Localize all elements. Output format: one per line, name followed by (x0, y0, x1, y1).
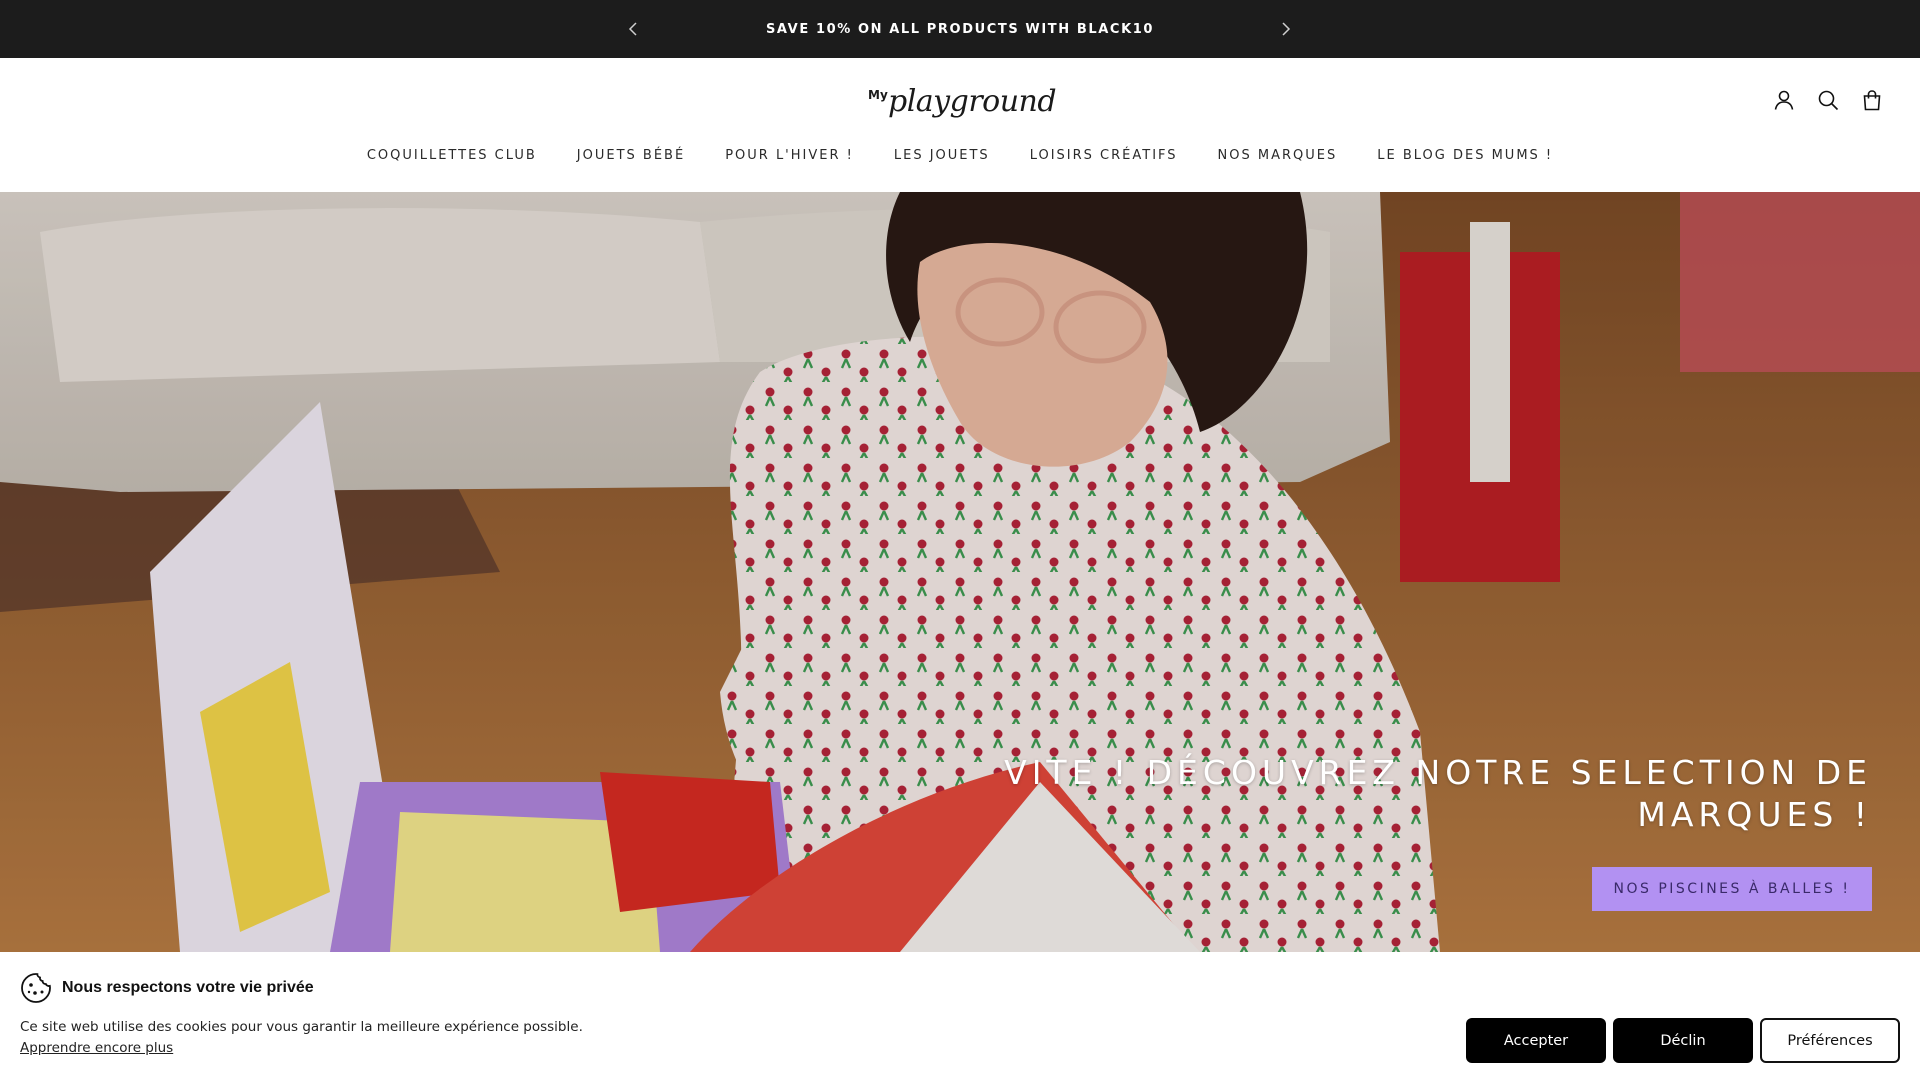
header-actions (1772, 88, 1884, 112)
nav-item-jouets-bebe[interactable]: JOUETS BÉBÉ (557, 148, 705, 163)
chevron-left-icon[interactable] (621, 17, 645, 41)
announcement-message: SAVE 10% ON ALL PRODUCTS WITH BLACK10 (765, 21, 1155, 37)
chevron-right-icon[interactable] (1274, 17, 1298, 41)
announcement-bar: SAVE 10% ON ALL PRODUCTS WITH BLACK10 (0, 0, 1920, 58)
hero-image (0, 192, 1920, 952)
hero-heading-line-1: VITE ! DÉCOUVREZ NOTRE SELECTION DE (1004, 753, 1872, 792)
cookie-banner: Nous respectons votre vie privée Ce site… (0, 952, 1920, 1080)
preferences-button[interactable]: Préférences (1760, 1018, 1900, 1063)
logo-prefix: My (868, 88, 888, 102)
nav-item-coquillettes-club[interactable]: COQUILLETTES CLUB (347, 148, 557, 163)
main-nav: COQUILLETTES CLUB JOUETS BÉBÉ POUR L'HIV… (0, 148, 1920, 163)
nav-item-nos-marques[interactable]: NOS MARQUES (1198, 148, 1358, 163)
search-icon[interactable] (1816, 88, 1840, 112)
cookie-learn-more-link[interactable]: Apprendre encore plus (20, 1040, 173, 1056)
hero-cta-button[interactable]: NOS PISCINES À BALLES ! (1592, 867, 1872, 911)
hero-heading-line-2: MARQUES ! (1637, 795, 1872, 834)
cart-icon[interactable] (1860, 88, 1884, 112)
account-icon[interactable] (1772, 88, 1796, 112)
decline-button[interactable]: Déclin (1613, 1018, 1753, 1063)
cookie-text: Ce site web utilise des cookies pour vou… (20, 1019, 583, 1035)
site-header: My playground COQUILLETTES CLUB JOUETS B… (0, 58, 1920, 192)
accept-button[interactable]: Accepter (1466, 1018, 1606, 1063)
cookie-title: Nous respectons votre vie privée (62, 979, 314, 996)
nav-item-les-jouets[interactable]: LES JOUETS (874, 148, 1010, 163)
logo-word: playground (888, 84, 1057, 119)
nav-item-blog-des-mums[interactable]: LE BLOG DES MUMS ! (1357, 148, 1573, 163)
logo[interactable]: My playground (862, 82, 1062, 124)
hero-heading: VITE ! DÉCOUVREZ NOTRE SELECTION DE MARQ… (912, 752, 1872, 836)
nav-item-pour-l-hiver[interactable]: POUR L'HIVER ! (705, 148, 874, 163)
nav-item-loisirs-creatifs[interactable]: LOISIRS CRÉATIFS (1010, 148, 1198, 163)
hero-banner: VITE ! DÉCOUVREZ NOTRE SELECTION DE MARQ… (0, 192, 1920, 952)
cookie-icon (20, 972, 52, 1004)
